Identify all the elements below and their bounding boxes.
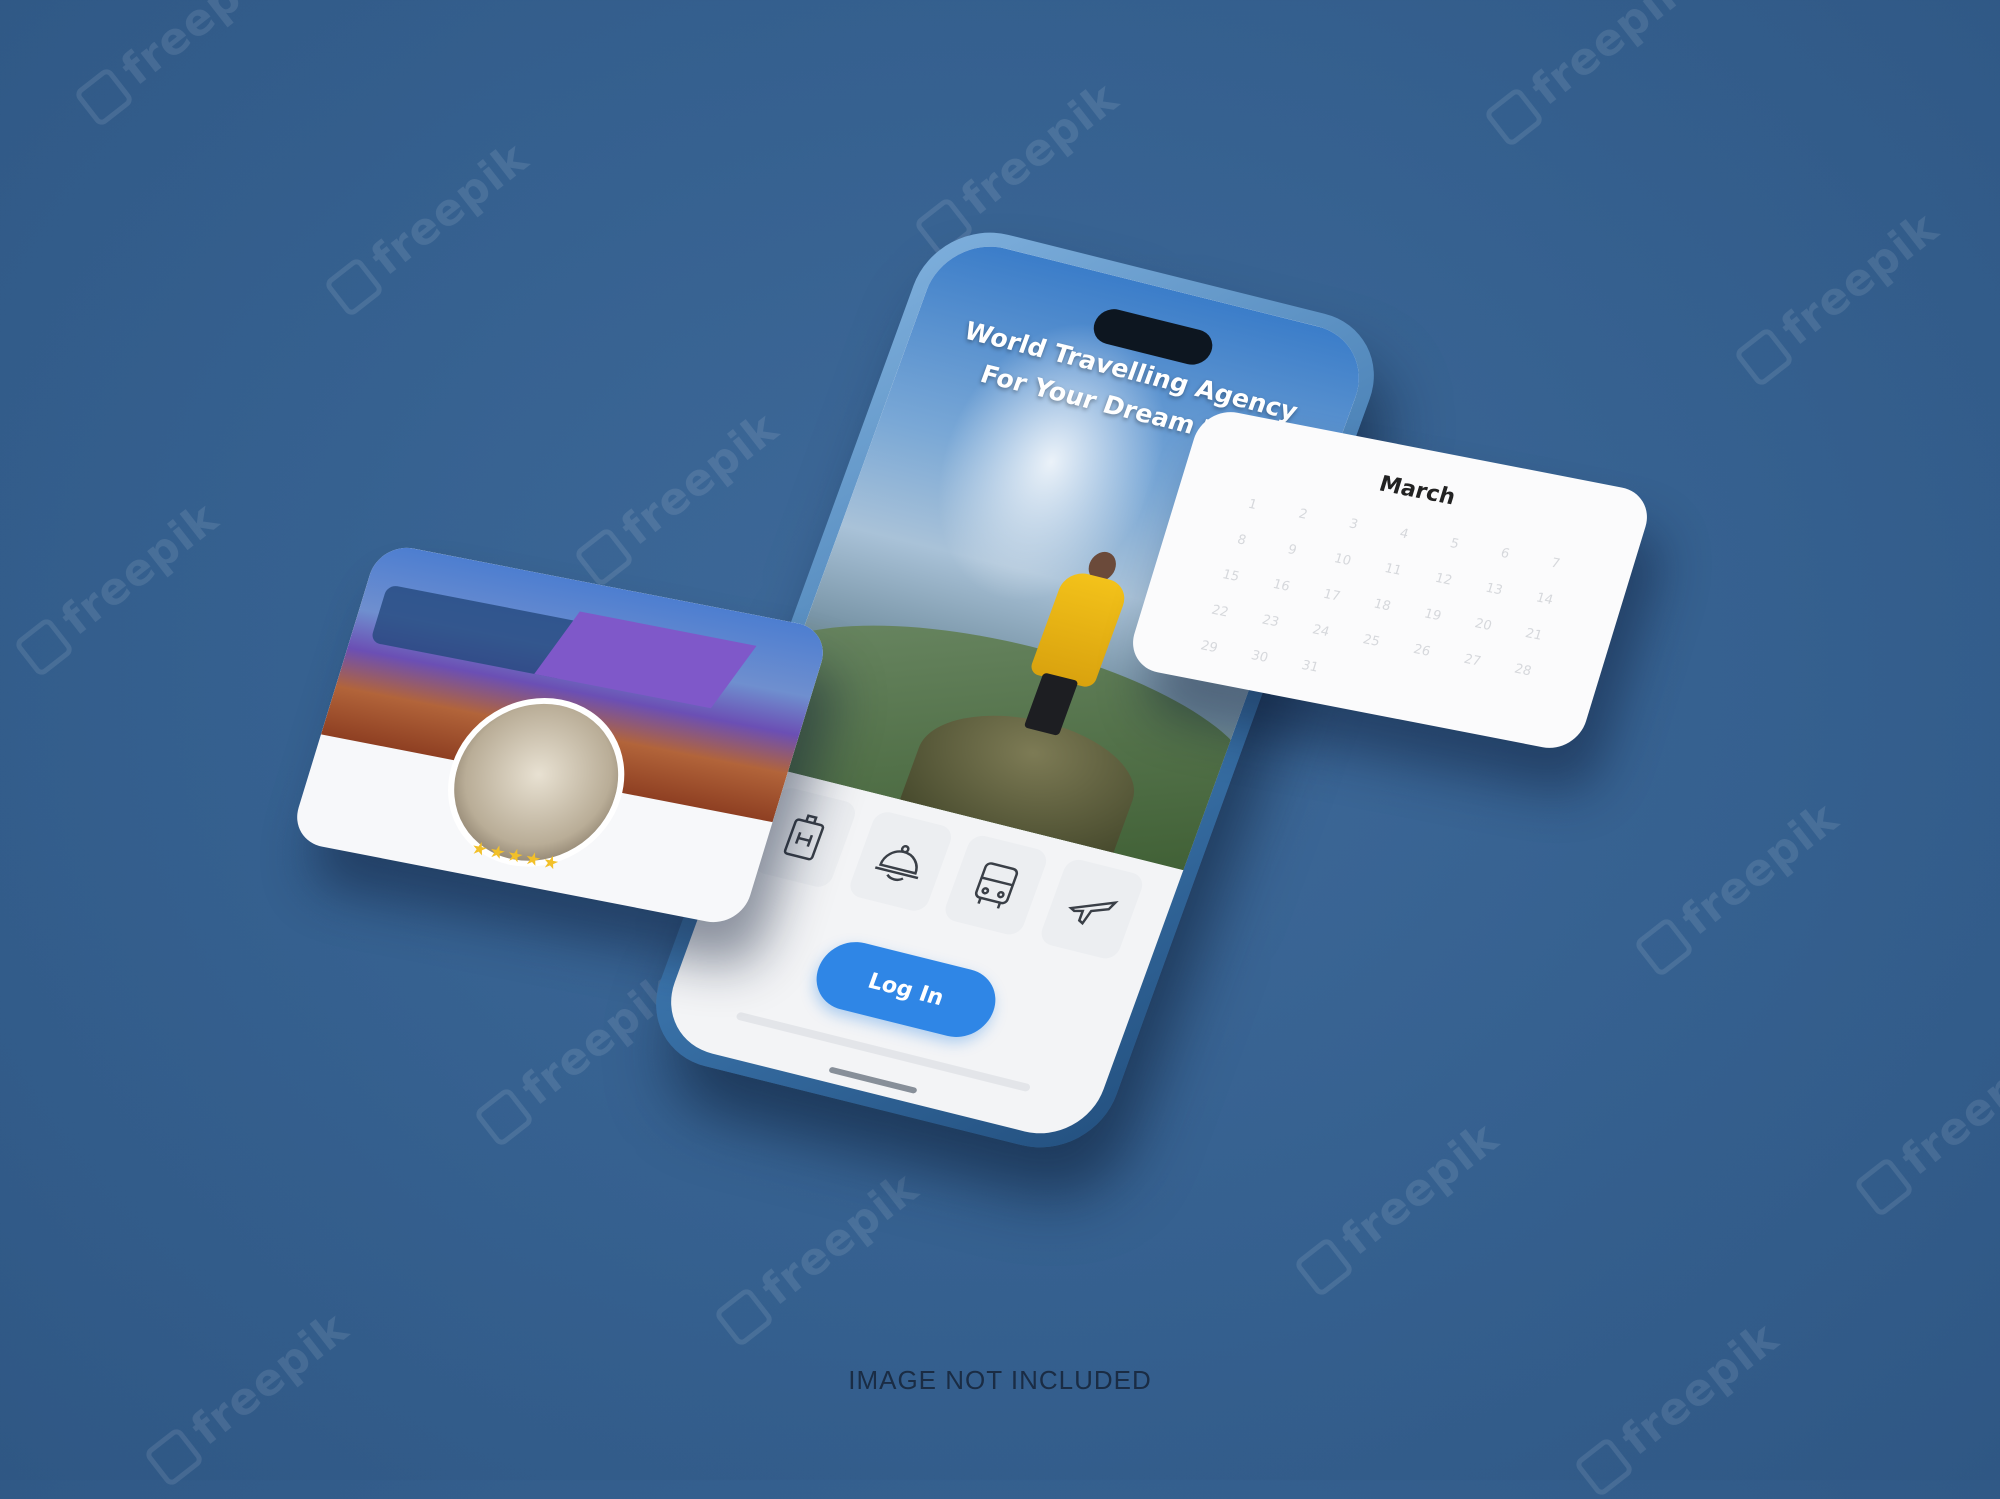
calendar-day[interactable]: 29 (1182, 635, 1237, 659)
watermark: freepik (1569, 1312, 1788, 1498)
calendar-day[interactable]: 14 (1517, 587, 1572, 611)
calendar-day[interactable]: 3 (1326, 512, 1381, 536)
watermark: freepik (709, 1162, 928, 1348)
watermark: freepik (1289, 1112, 1508, 1298)
calendar-day[interactable]: 4 (1377, 522, 1432, 546)
calendar-day[interactable]: 6 (1477, 542, 1532, 566)
calendar-day[interactable]: 25 (1344, 629, 1399, 653)
calendar-day[interactable]: 2 (1276, 503, 1331, 527)
calendar-day[interactable]: 20 (1456, 613, 1511, 637)
calendar-day[interactable]: 13 (1467, 577, 1522, 601)
watermark: freepik (1729, 202, 1948, 388)
calendar-day[interactable]: 26 (1394, 639, 1449, 663)
watermark: freepik (1849, 1032, 2000, 1218)
calendar-day[interactable]: 18 (1355, 593, 1410, 617)
calendar-day[interactable]: 19 (1405, 603, 1460, 627)
watermark: freepik (1629, 792, 1848, 978)
calendar-day[interactable]: 31 (1283, 655, 1338, 679)
watermark: freepik (469, 962, 688, 1148)
hotel-card[interactable]: ★★★★★ (288, 542, 832, 928)
calendar-day[interactable]: 1 (1225, 493, 1280, 517)
calendar-day[interactable]: 23 (1243, 609, 1298, 633)
calendar-day[interactable]: 11 (1366, 558, 1421, 582)
watermark: freepik (1479, 0, 1698, 149)
calendar-day[interactable]: 12 (1416, 568, 1471, 592)
calendar-day[interactable]: 28 (1495, 658, 1550, 682)
calendar-day[interactable]: 17 (1304, 584, 1359, 608)
service-dining[interactable] (846, 809, 955, 914)
cloche-icon (874, 844, 919, 881)
calendar-day[interactable]: 7 (1528, 552, 1583, 576)
calendar-day[interactable]: 22 (1192, 600, 1247, 624)
calendar-day[interactable]: 16 (1254, 574, 1309, 598)
calendar-day[interactable]: 10 (1315, 548, 1370, 572)
bus-icon (975, 862, 1019, 909)
calendar-day[interactable]: 8 (1214, 528, 1269, 552)
calendar-day[interactable]: 27 (1445, 649, 1500, 673)
watermark: freepik (319, 132, 538, 318)
calendar-grid: 1 2 3 4 5 6 7 8 9 10 11 12 13 14 15 16 17 18 19 20 21 22 23 24 2… (1182, 493, 1583, 718)
watermark: freepik (9, 492, 228, 678)
caption: IMAGE NOT INCLUDED (848, 1365, 1152, 1395)
service-flights[interactable] (1037, 856, 1146, 962)
watermark: freepik (69, 0, 288, 129)
service-transport[interactable] (941, 833, 1051, 938)
airplane-icon (1067, 900, 1119, 926)
calendar-day[interactable]: 9 (1265, 538, 1320, 562)
calendar-day[interactable]: 30 (1232, 645, 1287, 669)
calendar-day[interactable]: 24 (1293, 619, 1348, 643)
login-button[interactable]: Log In (806, 934, 1006, 1045)
calendar-day[interactable]: 15 (1203, 564, 1258, 588)
hotel-icon (784, 814, 825, 861)
calendar-day[interactable]: 21 (1506, 623, 1561, 647)
watermark: freepik (569, 402, 788, 588)
calendar-day[interactable]: 5 (1427, 532, 1482, 556)
